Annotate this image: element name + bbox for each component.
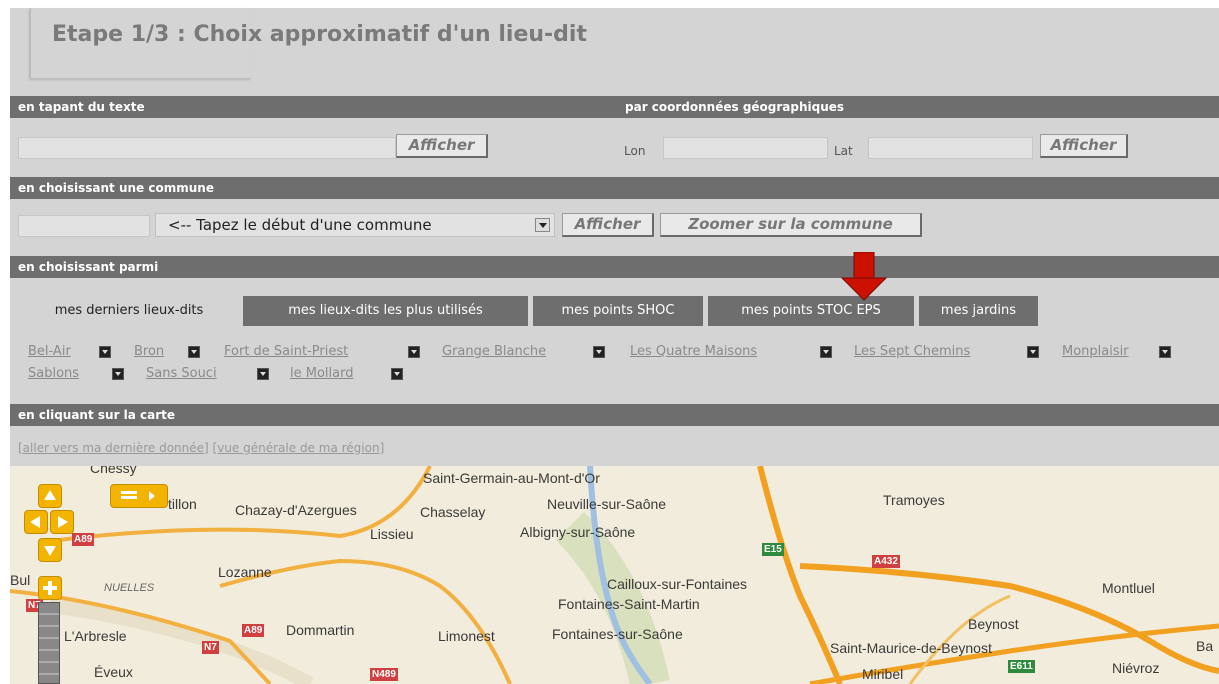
choose-header-bar: en choisissant parmi bbox=[10, 256, 1219, 278]
text-show-button[interactable]: Afficher bbox=[396, 134, 488, 158]
map[interactable]: Chessy Saint-Germain-au-Mont-d'Or tillon… bbox=[10, 466, 1219, 684]
place-dropdown-icon[interactable] bbox=[391, 368, 403, 380]
map-links: [aller vers ma dernière donnée] [vue gén… bbox=[18, 441, 384, 455]
map-town-label: Niévroz bbox=[1112, 660, 1160, 676]
dropdown-arrow-icon[interactable] bbox=[535, 218, 550, 232]
map-town-label: Dommartin bbox=[286, 622, 355, 638]
pan-down-icon[interactable] bbox=[38, 538, 62, 562]
text-section-heading: en tapant du texte bbox=[18, 100, 145, 114]
route-shield: N7 bbox=[202, 641, 219, 654]
route-shield: N489 bbox=[370, 668, 398, 681]
map-town-label: Beynost bbox=[968, 616, 1019, 632]
commune-code-input[interactable] bbox=[18, 215, 150, 237]
lon-input[interactable] bbox=[663, 137, 828, 159]
choose-section-heading: en choisissant parmi bbox=[18, 260, 159, 274]
map-town-label: Neuville-sur-Saône bbox=[547, 496, 667, 512]
place-dropdown-icon[interactable] bbox=[99, 346, 111, 358]
pan-right-icon[interactable] bbox=[50, 510, 74, 534]
map-town-label: Tramoyes bbox=[883, 492, 945, 508]
coords-show-button[interactable]: Afficher bbox=[1040, 134, 1128, 158]
commune-select-value: <-- Tapez le début d'une commune bbox=[168, 216, 432, 234]
map-town-label: Chazay-d'Azergues bbox=[235, 502, 357, 518]
place-grange-blanche[interactable]: Grange Blanche bbox=[442, 344, 546, 359]
place-fort-saint-priest[interactable]: Fort de Saint-Priest bbox=[224, 344, 348, 359]
search-header-bar: en tapant du texte par coordonnées géogr… bbox=[10, 96, 1219, 118]
lat-input[interactable] bbox=[868, 137, 1033, 159]
place-bel-air[interactable]: Bel-Air bbox=[28, 344, 71, 359]
map-town-label: Lozanne bbox=[218, 564, 272, 580]
route-shield: A89 bbox=[72, 533, 95, 546]
place-sablons[interactable]: Sablons bbox=[28, 366, 79, 381]
route-shield: A432 bbox=[872, 555, 900, 568]
place-dropdown-icon[interactable] bbox=[820, 346, 832, 358]
red-arrow-icon bbox=[840, 252, 888, 301]
last-data-link[interactable]: [aller vers ma dernière donnée] bbox=[18, 441, 209, 455]
text-search-input[interactable] bbox=[18, 137, 396, 159]
map-town-label: Miribel bbox=[862, 666, 904, 682]
map-section-heading: en cliquant sur la carte bbox=[18, 408, 176, 422]
map-town-label: Saint-Germain-au-Mont-d'Or bbox=[423, 470, 600, 486]
commune-select[interactable]: <-- Tapez le début d'une commune bbox=[155, 213, 555, 237]
place-sept-chemins[interactable]: Les Sept Chemins bbox=[854, 344, 970, 359]
tab-shoc-points[interactable]: mes points SHOC bbox=[533, 296, 703, 326]
map-town-label: Fontaines-sur-Saône bbox=[552, 626, 683, 642]
route-shield: E611 bbox=[1008, 660, 1035, 673]
map-header-bar: en cliquant sur la carte bbox=[10, 404, 1219, 426]
pan-up-icon[interactable] bbox=[38, 484, 62, 508]
map-town-label: Ba bbox=[1196, 638, 1214, 654]
commune-header-bar: en choisissant une commune bbox=[10, 177, 1219, 199]
place-le-mollard[interactable]: le Mollard bbox=[290, 366, 353, 381]
place-dropdown-icon[interactable] bbox=[188, 346, 200, 358]
commune-show-button[interactable]: Afficher bbox=[562, 213, 654, 237]
tab-most-used-places[interactable]: mes lieux-dits les plus utilisés bbox=[243, 296, 528, 326]
place-dropdown-icon[interactable] bbox=[1027, 346, 1039, 358]
map-town-label: L'Arbresle bbox=[64, 628, 127, 644]
region-view-link[interactable]: [vue générale de ma région] bbox=[213, 441, 385, 455]
tab-last-places[interactable]: mes derniers lieux-dits bbox=[20, 296, 238, 328]
coords-section-heading: par coordonnées géographiques bbox=[625, 100, 845, 114]
commune-section-heading: en choisissant une commune bbox=[18, 181, 214, 195]
lon-label: Lon bbox=[624, 144, 646, 158]
place-dropdown-icon[interactable] bbox=[408, 346, 420, 358]
map-town-label: Montluel bbox=[1102, 580, 1155, 596]
place-quatre-maisons[interactable]: Les Quatre Maisons bbox=[630, 344, 757, 359]
place-dropdown-icon[interactable] bbox=[112, 368, 124, 380]
lat-label: Lat bbox=[834, 144, 853, 158]
place-monplaisir[interactable]: Monplaisir bbox=[1062, 344, 1129, 359]
zoom-commune-button[interactable]: Zoomer sur la commune bbox=[660, 213, 922, 237]
zoom-in-icon[interactable] bbox=[38, 576, 62, 600]
layers-icon[interactable] bbox=[110, 484, 168, 508]
pan-left-icon[interactable] bbox=[24, 510, 48, 534]
place-sans-souci[interactable]: Sans Souci bbox=[146, 366, 217, 381]
zoom-slider[interactable] bbox=[38, 602, 60, 684]
route-shield: A89 bbox=[242, 624, 265, 637]
map-town-label: Albigny-sur-Saône bbox=[520, 524, 636, 540]
map-town-label: Lissieu bbox=[370, 526, 414, 542]
map-town-label: Cailloux-sur-Fontaines bbox=[607, 576, 748, 592]
page-title: Etape 1/3 : Choix approximatif d'un lieu… bbox=[52, 22, 587, 47]
place-bron[interactable]: Bron bbox=[134, 344, 164, 359]
map-town-label: Fontaines-Saint-Martin bbox=[558, 596, 700, 612]
map-town-label: Limonest bbox=[438, 628, 495, 644]
place-dropdown-icon[interactable] bbox=[257, 368, 269, 380]
map-town-label: NUELLES bbox=[104, 582, 155, 594]
map-town-label: Bul bbox=[10, 572, 31, 588]
map-town-label: Saint-Maurice-de-Beynost bbox=[830, 640, 992, 656]
place-dropdown-icon[interactable] bbox=[1159, 346, 1171, 358]
map-town-label: Chasselay bbox=[420, 504, 486, 520]
map-town-label: tillon bbox=[168, 496, 197, 512]
tab-gardens[interactable]: mes jardins bbox=[919, 296, 1038, 326]
map-town-label: Chessy bbox=[90, 466, 137, 476]
route-shield: E15 bbox=[762, 543, 784, 556]
place-dropdown-icon[interactable] bbox=[593, 346, 605, 358]
map-town-label: Éveux bbox=[94, 664, 133, 680]
